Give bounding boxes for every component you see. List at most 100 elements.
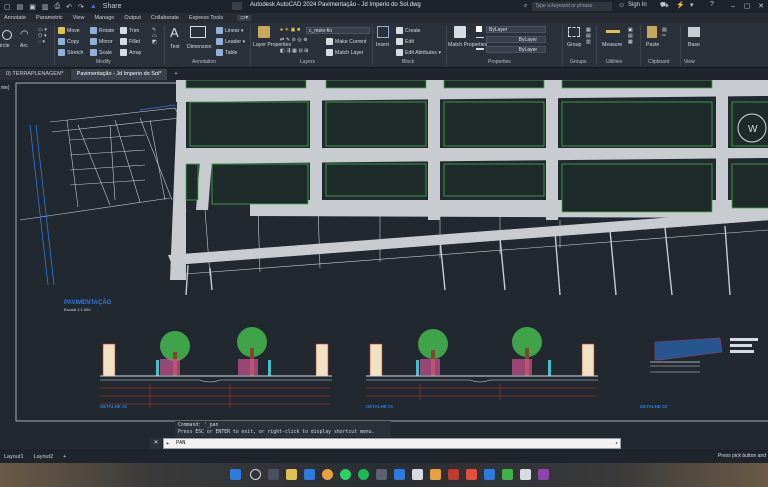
minimize-icon[interactable]: –: [726, 0, 740, 13]
cart-icon[interactable]: ⛟: [660, 1, 669, 10]
layer-properties-icon[interactable]: [258, 26, 270, 38]
file-tab-pavimentacao[interactable]: Pavimentação - Jd Imperio do Sol*: [70, 69, 168, 80]
maximize-icon[interactable]: ▢: [740, 0, 754, 13]
file-explorer-icon[interactable]: [286, 469, 297, 480]
arc-button[interactable]: Arc: [20, 43, 28, 49]
match-layer-button[interactable]: Match Layer: [326, 49, 364, 56]
app-icon[interactable]: [484, 469, 495, 480]
fillet-button[interactable]: Fillet: [120, 38, 140, 45]
app-icon[interactable]: [520, 469, 531, 480]
help-icon[interactable]: ?: [710, 1, 714, 8]
array-button[interactable]: Array: [120, 49, 141, 56]
move-button[interactable]: Move: [58, 27, 80, 34]
layers-panel-title[interactable]: Layers: [300, 59, 315, 65]
app-icon[interactable]: [430, 469, 441, 480]
command-dropdown-icon[interactable]: ▴: [615, 439, 618, 448]
utilities-panel-title[interactable]: Utilities: [606, 59, 622, 65]
match-properties-icon[interactable]: [454, 26, 466, 38]
linetype-dropdown[interactable]: ByLayer: [486, 36, 546, 43]
modify-extra-icons[interactable]: ✎ ▭ ◩: [152, 27, 157, 45]
dimension-button[interactable]: Dimension: [187, 44, 212, 50]
redo-icon[interactable]: ↷: [78, 3, 84, 11]
command-input[interactable]: ▸ PAN ▴: [163, 438, 621, 449]
edit-block-button[interactable]: Edit: [396, 38, 414, 45]
insert-button[interactable]: Insert: [376, 42, 389, 48]
table-button[interactable]: Table: [216, 49, 237, 56]
groups-panel-title[interactable]: Groups: [570, 59, 586, 65]
edge-icon[interactable]: [304, 469, 315, 480]
utilities-extra-icons[interactable]: ▣ ▤ ▦: [628, 27, 633, 45]
start-icon[interactable]: [230, 469, 241, 480]
open-icon[interactable]: ▤: [17, 3, 24, 11]
file-tab-terraplenagem[interactable]: 0) TERRAPLENAGEM*: [0, 69, 70, 80]
leader-button[interactable]: Leader ▾: [216, 38, 245, 45]
group-icon[interactable]: [568, 27, 580, 37]
trim-button[interactable]: Trim: [120, 27, 139, 34]
rotate-button[interactable]: Rotate: [90, 27, 114, 34]
draw-extra-icons[interactable]: ▭ ▾ ⬡ ▾ ◌ ▾: [38, 27, 47, 45]
group-button[interactable]: Group: [567, 42, 581, 48]
properties-panel-title[interactable]: Properties: [488, 59, 511, 65]
edit-attributes-button[interactable]: Edit Attributes ▾: [396, 49, 441, 56]
dimension-icon[interactable]: [190, 26, 206, 38]
drawing-svg[interactable]: W PAVIMENTAÇÃO Escala 1:1.000 DETALHE 01…: [0, 80, 768, 450]
paste-button[interactable]: Paste: [646, 42, 659, 48]
base-button[interactable]: Base: [688, 42, 700, 48]
arc-icon[interactable]: ◠: [20, 29, 29, 40]
layout-tab-1[interactable]: Layout1: [4, 454, 24, 460]
share-button[interactable]: Share: [103, 3, 122, 10]
layout-tab-2[interactable]: Layout2: [34, 454, 54, 460]
app-icon[interactable]: [538, 469, 549, 480]
circle-icon[interactable]: [2, 30, 12, 40]
text-button[interactable]: Text: [170, 44, 180, 50]
view-panel-title[interactable]: View: [684, 59, 695, 65]
autocad-icon[interactable]: [448, 469, 459, 480]
circle-button[interactable]: ircle: [0, 43, 10, 49]
app-icon[interactable]: [376, 469, 387, 480]
search-input[interactable]: Type a keyword or phrase: [532, 2, 612, 11]
chrome-icon[interactable]: [322, 469, 333, 480]
layer-tools-row1[interactable]: ⇄ ✎ ⊘ ◎ ⊕: [280, 37, 308, 43]
annotation-panel-title[interactable]: Annotation: [192, 59, 216, 65]
tab-view[interactable]: View: [73, 15, 85, 21]
tab-collaborate[interactable]: Collaborate: [151, 15, 179, 21]
layer-state-icons[interactable]: ● ☀ ▣ ■: [280, 27, 300, 33]
help-dropdown-icon[interactable]: ▾: [690, 1, 694, 9]
saveas-icon[interactable]: ▥: [42, 3, 49, 11]
task-view-icon[interactable]: [268, 469, 279, 480]
create-block-button[interactable]: Create: [396, 27, 421, 34]
app-icon[interactable]: [502, 469, 513, 480]
spotify-icon[interactable]: [358, 469, 369, 480]
search-taskbar-icon[interactable]: [250, 469, 261, 480]
workspace-icon[interactable]: [232, 2, 242, 10]
lineweight-dropdown[interactable]: ByLayer: [486, 46, 546, 53]
measure-button[interactable]: Measure: [602, 42, 622, 48]
insert-icon[interactable]: [377, 26, 389, 38]
new-tab-button[interactable]: +: [168, 69, 183, 80]
scale-button[interactable]: Scale: [90, 49, 112, 56]
stretch-button[interactable]: Stretch: [58, 49, 83, 56]
app-icon[interactable]: [466, 469, 477, 480]
close-icon[interactable]: ✕: [754, 0, 768, 13]
color-dropdown[interactable]: ByLayer: [486, 26, 546, 33]
text-icon[interactable]: A: [170, 25, 179, 40]
base-icon[interactable]: [688, 27, 700, 37]
copy-button[interactable]: Copy: [58, 38, 79, 45]
drawing-area[interactable]: W PAVIMENTAÇÃO Escala 1:1.000 DETALHE 01…: [0, 80, 768, 450]
tab-output[interactable]: Output: [124, 15, 141, 21]
add-layout-button[interactable]: +: [63, 454, 66, 460]
paste-icon[interactable]: [647, 26, 657, 38]
clipboard-extra-icons[interactable]: ▤ ✂: [662, 27, 667, 39]
block-panel-title[interactable]: Block: [402, 59, 414, 65]
make-current-button[interactable]: Make Current: [326, 38, 366, 45]
tab-parametric[interactable]: Parametric: [36, 15, 63, 21]
share-icon[interactable]: ▲: [90, 3, 97, 10]
app-icon[interactable]: [412, 469, 423, 480]
bolt-icon[interactable]: ⚡: [676, 1, 685, 9]
clipboard-panel-title[interactable]: Clipboard: [648, 59, 669, 65]
linear-button[interactable]: Linear ▾: [216, 27, 243, 34]
tab-express-tools[interactable]: Express Tools: [189, 15, 223, 21]
save-icon[interactable]: ▣: [29, 3, 36, 11]
ribbon-options-icon[interactable]: ▭▾: [237, 15, 252, 21]
sign-in-button[interactable]: Sign In: [628, 2, 647, 8]
